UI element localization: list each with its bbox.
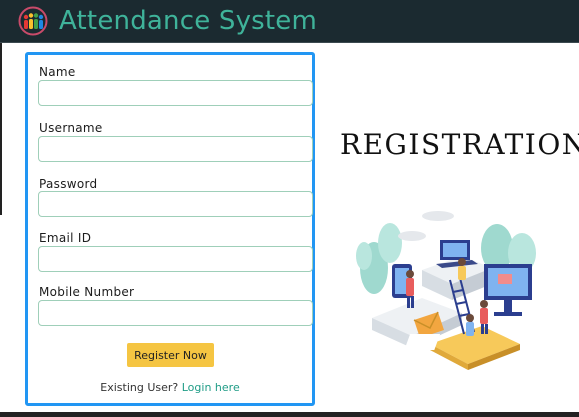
app-header: Attendance System <box>0 0 579 43</box>
email-field[interactable] <box>38 246 313 272</box>
password-field[interactable] <box>38 191 313 217</box>
registration-form: Name Username Password Email ID Mobile N… <box>25 52 315 406</box>
people-group-logo-icon <box>18 6 48 36</box>
divider <box>0 412 579 417</box>
register-button[interactable]: Register Now <box>127 343 214 367</box>
password-label: Password <box>39 177 98 191</box>
email-label: Email ID <box>39 231 92 245</box>
people-with-devices-illustration <box>356 211 536 370</box>
app-title: Attendance System <box>59 6 318 36</box>
name-field[interactable] <box>38 80 313 106</box>
divider <box>0 43 2 215</box>
login-link[interactable]: Login here <box>182 381 240 394</box>
registration-heading: REGISTRATION <box>340 128 579 161</box>
username-field[interactable] <box>38 136 313 162</box>
mobile-field[interactable] <box>38 300 313 326</box>
mobile-label: Mobile Number <box>39 285 135 299</box>
username-label: Username <box>39 121 103 135</box>
name-label: Name <box>39 65 76 79</box>
existing-user-line: Existing User? Login here <box>28 381 312 394</box>
existing-user-text: Existing User? <box>100 381 179 394</box>
